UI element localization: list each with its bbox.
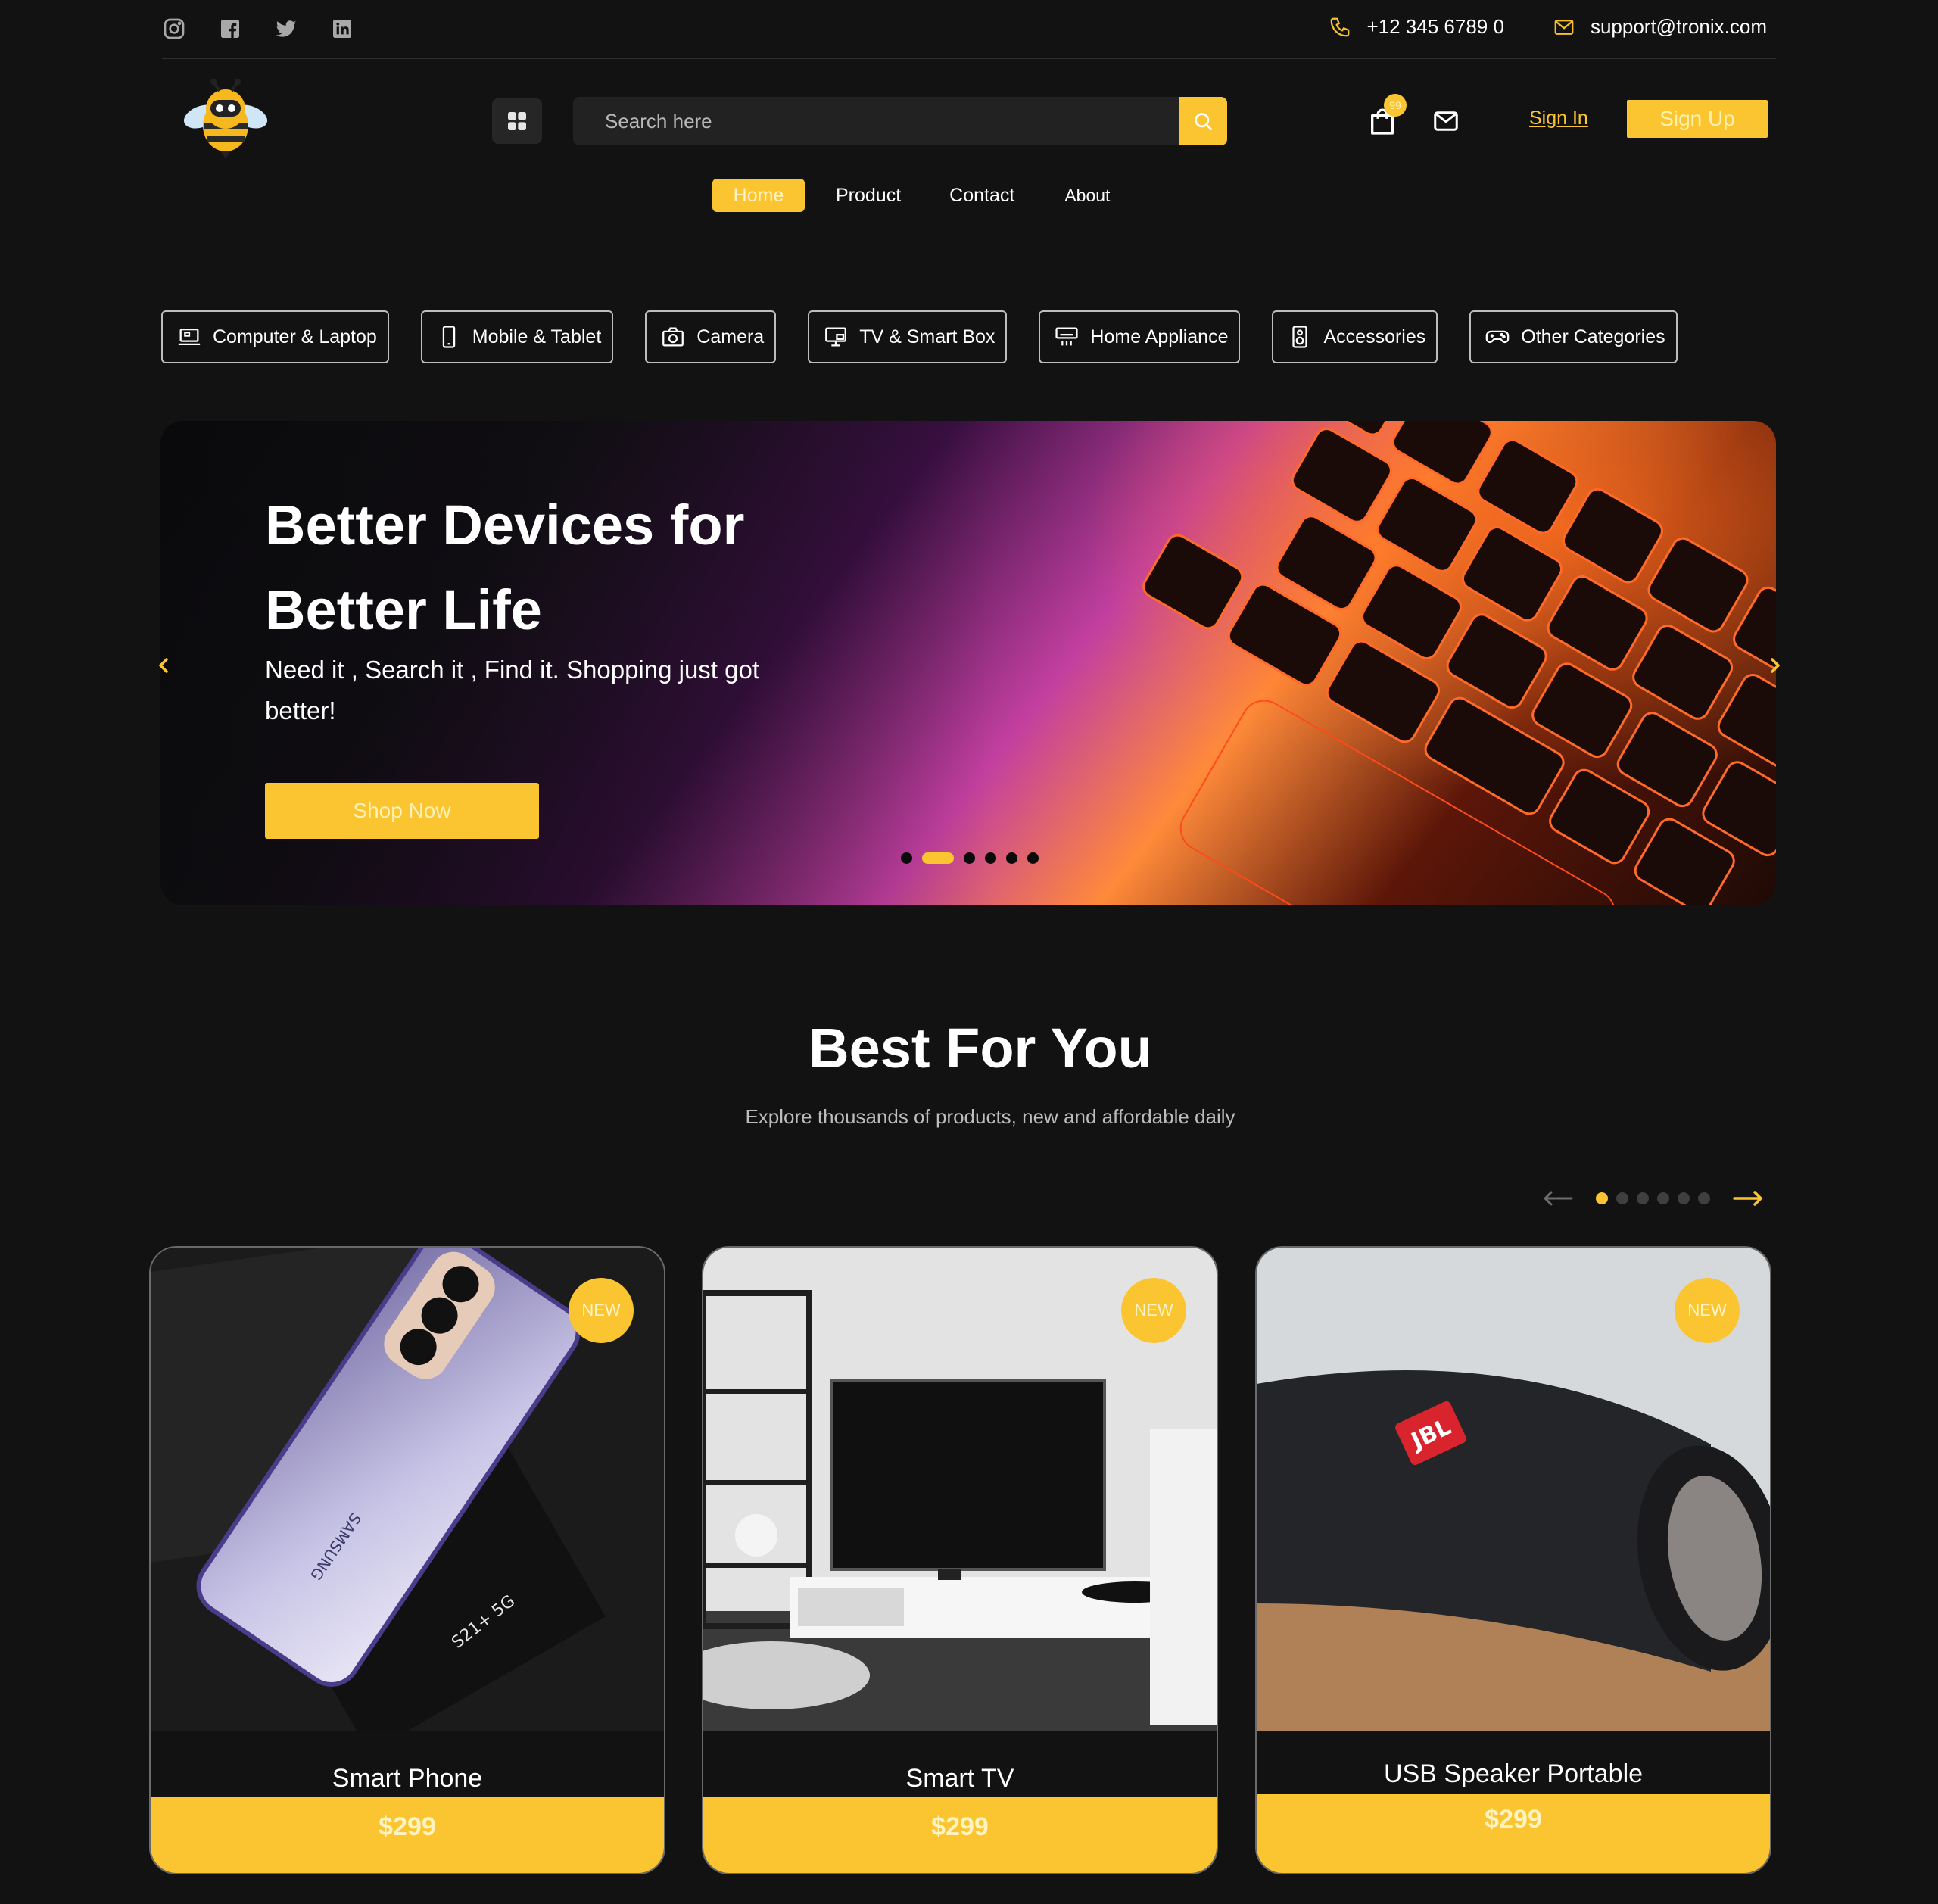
category-accessories[interactable]: Accessories	[1272, 310, 1438, 363]
bee-logo[interactable]	[182, 79, 270, 159]
search-button[interactable]	[1179, 97, 1227, 145]
product-price[interactable]: $299	[1257, 1794, 1770, 1873]
gamepad-icon	[1485, 330, 1510, 344]
main-nav: Home Product Contact About	[712, 179, 1110, 212]
product-card[interactable]: S21+ 5G SAMSUNG NEW Smart Phone $299	[149, 1246, 665, 1874]
nav-contact[interactable]: Contact	[949, 179, 1014, 212]
air-conditioner-icon	[1055, 327, 1079, 346]
twitter-icon[interactable]	[274, 17, 298, 41]
instagram-icon[interactable]	[162, 17, 186, 41]
product-card[interactable]: JBL NEW USB Speaker Portable $299	[1255, 1246, 1771, 1874]
product-name: Smart TV	[905, 1764, 1014, 1793]
mail-icon	[1554, 19, 1574, 35]
camera-icon	[662, 327, 684, 347]
category-label: Computer & Laptop	[213, 326, 377, 347]
product-price[interactable]: $299	[151, 1797, 664, 1873]
pager-dot[interactable]	[1637, 1192, 1649, 1204]
phone-icon	[1331, 17, 1350, 36]
phone-number[interactable]: +12 345 6789 0	[1366, 15, 1503, 39]
carousel-dot[interactable]	[964, 852, 975, 864]
hero-next-arrow-icon[interactable]	[1767, 656, 1784, 675]
shop-now-button[interactable]: Shop Now	[265, 783, 539, 839]
hero-title-line1: Better Devices for	[265, 494, 745, 556]
category-label: TV & Smart Box	[859, 326, 995, 347]
tv-icon	[825, 327, 847, 347]
category-tv-smart-box[interactable]: TV & Smart Box	[808, 310, 1008, 363]
product-name: Smart Phone	[332, 1764, 483, 1793]
new-badge: NEW	[1675, 1278, 1740, 1343]
contact-info: +12 345 6789 0 support@tronix.com	[1329, 15, 1767, 39]
category-bar: Computer & Laptop Mobile & Tablet Camera…	[161, 310, 1678, 363]
section-subtitle: Explore thousands of products, new and a…	[745, 1105, 1235, 1128]
category-mobile-tablet[interactable]: Mobile & Tablet	[420, 310, 614, 363]
section-title: Best For You	[809, 1017, 1152, 1080]
product-card[interactable]: NEW Smart TV $299	[702, 1246, 1218, 1874]
search-input[interactable]	[573, 97, 1179, 145]
category-other[interactable]: Other Categories	[1469, 310, 1678, 363]
hero-prev-arrow-icon[interactable]	[155, 656, 172, 675]
speaker-icon	[1292, 326, 1308, 348]
carousel-dot[interactable]	[985, 852, 996, 864]
hero-banner: Better Devices for Better Life Need it ,…	[160, 421, 1776, 905]
carousel-dot[interactable]	[1006, 852, 1017, 864]
search-icon	[1195, 113, 1212, 130]
arrow-left-icon[interactable]	[1543, 1190, 1573, 1207]
laptop-icon	[178, 328, 201, 346]
sign-up-button[interactable]: Sign Up	[1627, 100, 1768, 138]
category-computer-laptop[interactable]: Computer & Laptop	[161, 310, 389, 363]
mobile-icon	[442, 326, 456, 348]
hero-carousel-dots	[901, 852, 1039, 864]
product-pager	[1543, 1190, 1763, 1207]
cart-count-badge: 99	[1384, 94, 1407, 117]
keyboard-image	[1142, 421, 1776, 905]
category-label: Camera	[696, 326, 765, 347]
category-camera[interactable]: Camera	[645, 310, 777, 363]
pager-dot[interactable]	[1657, 1192, 1669, 1204]
product-name: USB Speaker Portable	[1383, 1759, 1644, 1788]
support-email[interactable]: support@tronix.com	[1591, 15, 1767, 39]
social-links	[162, 17, 354, 41]
category-label: Accessories	[1323, 326, 1426, 347]
new-badge: NEW	[569, 1278, 634, 1343]
top-bar: +12 345 6789 0 support@tronix.com	[162, 0, 1776, 59]
carousel-dot[interactable]	[901, 852, 912, 864]
nav-about[interactable]: About	[1064, 179, 1110, 212]
product-price[interactable]: $299	[703, 1797, 1217, 1873]
hero-title-line2: Better Life	[265, 578, 542, 641]
arrow-right-icon[interactable]	[1733, 1190, 1763, 1207]
pager-dot-active[interactable]	[1596, 1192, 1608, 1204]
pager-dot[interactable]	[1698, 1192, 1710, 1204]
grid-icon	[508, 112, 526, 130]
hero-subtitle: Need it , Search it , Find it. Shopping …	[265, 656, 760, 725]
carousel-dot-active[interactable]	[922, 852, 954, 864]
pager-dot[interactable]	[1678, 1192, 1690, 1204]
hero-title: Better Devices for Better Life	[265, 483, 855, 653]
carousel-dot[interactable]	[1027, 852, 1039, 864]
categories-grid-button[interactable]	[492, 98, 542, 144]
category-home-appliance[interactable]: Home Appliance	[1039, 310, 1241, 363]
category-label: Home Appliance	[1090, 326, 1229, 347]
page: +12 345 6789 0 support@tronix.com Search…	[0, 0, 1938, 1904]
new-badge: NEW	[1121, 1278, 1186, 1343]
inbox-mail-icon[interactable]	[1431, 108, 1461, 135]
category-label: Other Categories	[1521, 326, 1665, 347]
linkedin-icon[interactable]	[330, 17, 354, 41]
pager-dot[interactable]	[1616, 1192, 1628, 1204]
nav-home[interactable]: Home	[712, 179, 805, 212]
nav-product[interactable]: Product	[836, 179, 901, 212]
sign-in-link[interactable]: Sign In	[1529, 108, 1588, 129]
category-label: Mobile & Tablet	[472, 326, 602, 347]
facebook-icon[interactable]	[218, 17, 242, 41]
search-bar	[573, 97, 1227, 145]
